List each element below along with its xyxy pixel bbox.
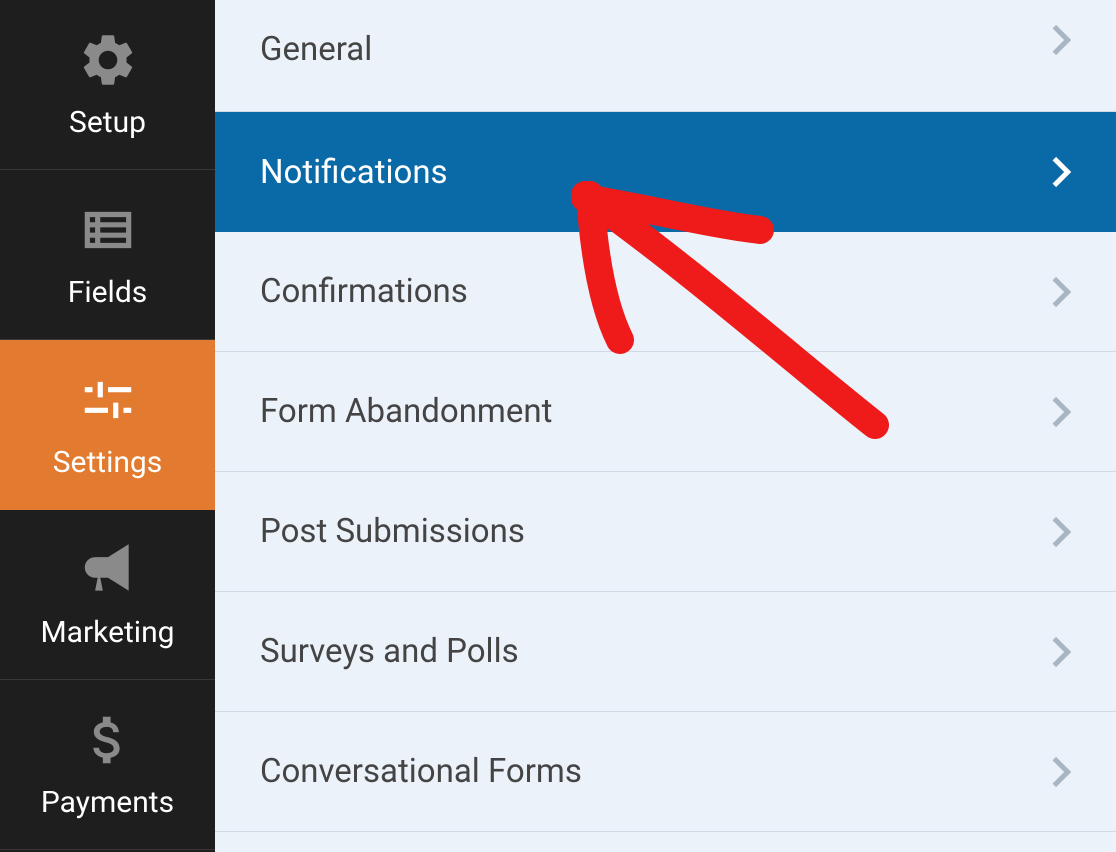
settings-item-label: Post Submissions [260, 512, 525, 551]
sidebar-item-settings[interactable]: Settings [0, 340, 215, 510]
chevron-right-icon [1051, 282, 1071, 302]
settings-item-label: Form Abandonment [260, 392, 552, 431]
settings-item-label: Confirmations [260, 272, 468, 311]
chevron-right-icon [1051, 162, 1071, 182]
settings-item-label: Conversational Forms [260, 752, 582, 791]
settings-item-label: Notifications [260, 153, 448, 192]
settings-item-form-abandonment[interactable]: Form Abandonment [215, 352, 1116, 472]
settings-panel: General Notifications Confirmations Form… [215, 0, 1116, 852]
list-icon [77, 199, 139, 261]
chevron-right-icon [1051, 642, 1071, 662]
gear-icon [77, 29, 139, 91]
chevron-right-icon [1051, 762, 1071, 782]
sidebar-item-label: Setup [69, 105, 146, 140]
dollar-icon [77, 709, 139, 771]
sidebar-item-fields[interactable]: Fields [0, 170, 215, 340]
bullhorn-icon [77, 539, 139, 601]
settings-item-confirmations[interactable]: Confirmations [215, 232, 1116, 352]
sliders-icon [77, 369, 139, 431]
settings-item-conversational-forms[interactable]: Conversational Forms [215, 712, 1116, 832]
sidebar-item-marketing[interactable]: Marketing [0, 510, 215, 680]
settings-item-label: Surveys and Polls [260, 632, 519, 671]
sidebar-item-label: Marketing [40, 615, 174, 650]
sidebar-item-label: Fields [68, 275, 147, 310]
chevron-right-icon [1051, 522, 1071, 542]
sidebar-item-payments[interactable]: Payments [0, 680, 215, 850]
settings-item-notifications[interactable]: Notifications [215, 112, 1116, 232]
chevron-right-icon [1051, 402, 1071, 422]
settings-item-surveys-polls[interactable]: Surveys and Polls [215, 592, 1116, 712]
sidebar-item-setup[interactable]: Setup [0, 0, 215, 170]
sidebar-item-label: Settings [53, 445, 163, 480]
sidebar-nav: Setup Fields Settings Marketing Payments [0, 0, 215, 852]
settings-item-label: General [260, 30, 372, 69]
sidebar-item-label: Payments [41, 785, 174, 820]
settings-item-post-submissions[interactable]: Post Submissions [215, 472, 1116, 592]
chevron-right-icon [1051, 30, 1071, 50]
settings-item-general[interactable]: General [215, 0, 1116, 112]
